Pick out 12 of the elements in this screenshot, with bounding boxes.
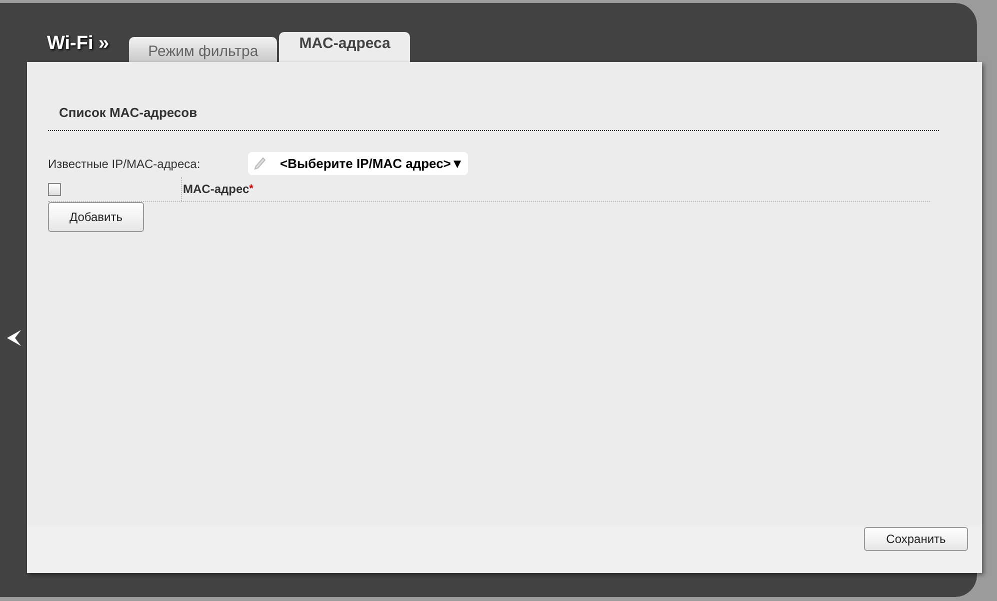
back-arrow-icon[interactable] [6,330,20,346]
required-mark: * [249,183,254,195]
address-dropdown[interactable]: <Выберите IP/MAC адрес>▼ [248,152,468,175]
page-title: Wi-Fi » [47,33,110,55]
tab[interactable]: MAC-адреса [279,32,410,62]
section-title: Список MAC-адресов [48,105,939,131]
pencil-icon [254,156,266,170]
tab[interactable]: Режим фильтра [129,37,278,62]
save-button[interactable]: Сохранить [864,527,968,551]
add-button[interactable]: Добавить [48,202,144,232]
field-label: Известные IP/MAC-адреса: [48,156,202,170]
select-all-checkbox[interactable] [48,182,61,196]
